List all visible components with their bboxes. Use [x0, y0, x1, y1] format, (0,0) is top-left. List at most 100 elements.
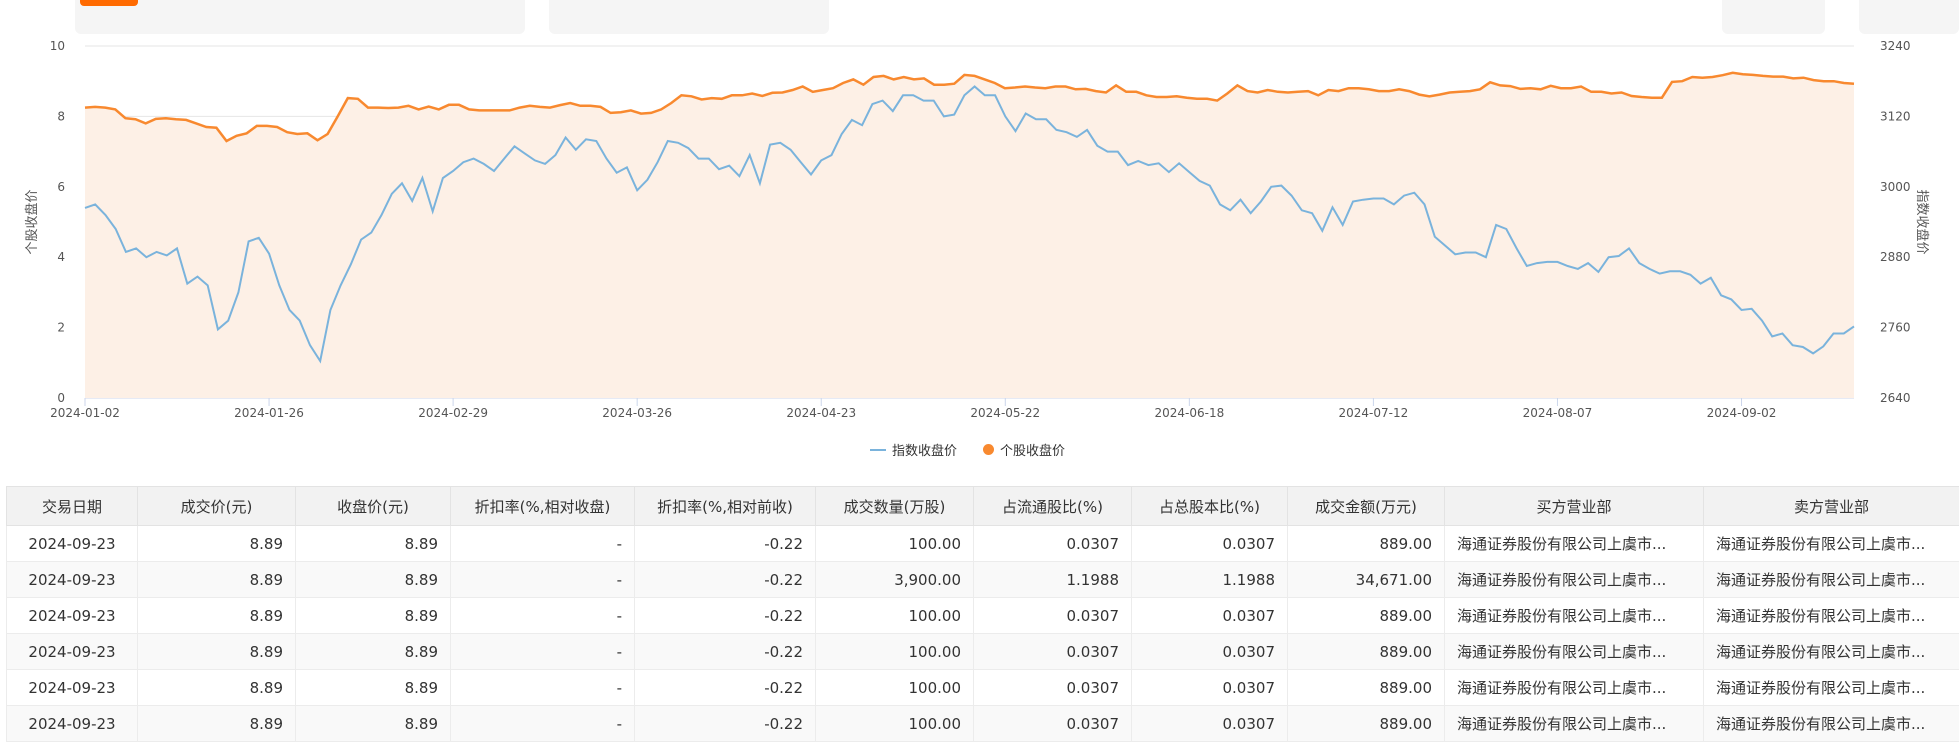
table-cell: 2024-09-23 — [7, 562, 138, 598]
chart-legend: 指数收盘价 个股收盘价 — [870, 440, 1065, 459]
x-tick-label: 2024-02-29 — [418, 406, 488, 420]
table-cell: 8.89 — [138, 562, 296, 598]
left-tick-label: 8 — [57, 109, 65, 123]
block-trade-table: 交易日期成交价(元)收盘价(元)折扣率(%,相对收盘)折扣率(%,相对前收)成交… — [6, 486, 1959, 742]
table-cell: 海通证券股份有限公司上虞市... — [1704, 670, 1959, 706]
table-cell: 8.89 — [296, 670, 451, 706]
x-tick-label: 2024-08-07 — [1523, 406, 1593, 420]
column-header[interactable]: 收盘价(元) — [296, 487, 451, 526]
table-cell: 海通证券股份有限公司上虞市... — [1445, 634, 1704, 670]
right-tick-label: 2880 — [1880, 250, 1911, 264]
table-cell: 海通证券股份有限公司上虞市... — [1704, 706, 1959, 742]
table-row: 2024-09-238.898.89--0.22100.000.03070.03… — [7, 670, 1959, 706]
table-cell: - — [451, 634, 635, 670]
right-tick-label: 2760 — [1880, 321, 1911, 335]
table-cell: 8.89 — [138, 634, 296, 670]
table-cell: 0.0307 — [1132, 634, 1288, 670]
legend-item-stock[interactable]: 个股收盘价 — [983, 440, 1065, 459]
table-cell: - — [451, 526, 635, 562]
table-cell: 8.89 — [296, 706, 451, 742]
table-row: 2024-09-238.898.89--0.223,900.001.19881.… — [7, 562, 1959, 598]
table-cell: 海通证券股份有限公司上虞市... — [1704, 562, 1959, 598]
table-cell: 8.89 — [138, 598, 296, 634]
table-cell: 8.89 — [138, 526, 296, 562]
table-cell: 889.00 — [1288, 598, 1445, 634]
table-cell: - — [451, 562, 635, 598]
right-tick-label: 2640 — [1880, 391, 1911, 405]
table-cell: - — [451, 598, 635, 634]
x-tick-label: 2024-01-02 — [50, 406, 120, 420]
table-cell: 2024-09-23 — [7, 706, 138, 742]
table-cell: 0.0307 — [974, 670, 1132, 706]
left-tick-label: 0 — [57, 391, 65, 405]
legend-label: 指数收盘价 — [892, 440, 957, 459]
table-cell: 0.0307 — [974, 598, 1132, 634]
table-cell: 海通证券股份有限公司上虞市... — [1445, 562, 1704, 598]
legend-label: 个股收盘价 — [1000, 440, 1065, 459]
table-cell: 8.89 — [296, 634, 451, 670]
column-header[interactable]: 折扣率(%,相对前收) — [635, 487, 816, 526]
column-header[interactable]: 占流通股比(%) — [974, 487, 1132, 526]
column-header[interactable]: 折扣率(%,相对收盘) — [451, 487, 635, 526]
stock-area-fill — [85, 73, 1854, 398]
table-cell: 889.00 — [1288, 526, 1445, 562]
x-tick-label: 2024-04-23 — [786, 406, 856, 420]
table-cell: 海通证券股份有限公司上虞市... — [1445, 598, 1704, 634]
table-cell: 100.00 — [816, 634, 974, 670]
table-cell: 100.00 — [816, 598, 974, 634]
table-cell: -0.22 — [635, 598, 816, 634]
table-cell: -0.22 — [635, 526, 816, 562]
table-cell: 8.89 — [296, 598, 451, 634]
table-cell: 海通证券股份有限公司上虞市... — [1704, 526, 1959, 562]
table-cell: 889.00 — [1288, 634, 1445, 670]
table-row: 2024-09-238.898.89--0.22100.000.03070.03… — [7, 634, 1959, 670]
x-tick-label: 2024-06-18 — [1154, 406, 1224, 420]
table-cell: 0.0307 — [1132, 526, 1288, 562]
right-axis-label: 指数收盘价 — [1914, 189, 1930, 254]
table-cell: - — [451, 706, 635, 742]
table-row: 2024-09-238.898.89--0.22100.000.03070.03… — [7, 706, 1959, 742]
column-header[interactable]: 成交价(元) — [138, 487, 296, 526]
table-cell: 8.89 — [296, 562, 451, 598]
x-tick-label: 2024-07-12 — [1339, 406, 1409, 420]
table-cell: -0.22 — [635, 670, 816, 706]
table-cell: 2024-09-23 — [7, 598, 138, 634]
column-header[interactable]: 买方营业部 — [1445, 487, 1704, 526]
column-header[interactable]: 成交数量(万股) — [816, 487, 974, 526]
column-header[interactable]: 卖方营业部 — [1704, 487, 1959, 526]
left-axis-label: 个股收盘价 — [24, 189, 40, 254]
x-tick-label: 2024-09-02 — [1707, 406, 1777, 420]
table-cell: 0.0307 — [1132, 670, 1288, 706]
table-cell: 海通证券股份有限公司上虞市... — [1704, 598, 1959, 634]
table-cell: 海通证券股份有限公司上虞市... — [1445, 670, 1704, 706]
table-cell: 0.0307 — [974, 706, 1132, 742]
table-cell: 3,900.00 — [816, 562, 974, 598]
table-cell: 海通证券股份有限公司上虞市... — [1445, 706, 1704, 742]
column-header[interactable]: 成交金额(万元) — [1288, 487, 1445, 526]
table-cell: -0.22 — [635, 562, 816, 598]
x-tick-label: 2024-01-26 — [234, 406, 304, 420]
table-cell: 1.1988 — [974, 562, 1132, 598]
left-tick-label: 2 — [57, 321, 65, 335]
legend-item-index[interactable]: 指数收盘价 — [870, 440, 957, 459]
table-cell: 8.89 — [138, 706, 296, 742]
circle-legend-icon — [983, 444, 994, 455]
table-cell: 100.00 — [816, 526, 974, 562]
table-cell: 8.89 — [138, 670, 296, 706]
table-cell: 889.00 — [1288, 670, 1445, 706]
column-header[interactable]: 占总股本比(%) — [1132, 487, 1288, 526]
table-cell: 889.00 — [1288, 706, 1445, 742]
table-row: 2024-09-238.898.89--0.22100.000.03070.03… — [7, 526, 1959, 562]
line-legend-icon — [870, 449, 886, 451]
table-cell: 100.00 — [816, 706, 974, 742]
table-cell: 8.89 — [296, 526, 451, 562]
table-cell: 0.0307 — [1132, 706, 1288, 742]
right-tick-label: 3240 — [1880, 39, 1911, 53]
column-header[interactable]: 交易日期 — [7, 487, 138, 526]
right-tick-label: 3000 — [1880, 180, 1911, 194]
table-cell: 100.00 — [816, 670, 974, 706]
table-cell: 海通证券股份有限公司上虞市... — [1445, 526, 1704, 562]
table-cell: 1.1988 — [1132, 562, 1288, 598]
table-cell: -0.22 — [635, 706, 816, 742]
table-cell: 0.0307 — [974, 526, 1132, 562]
